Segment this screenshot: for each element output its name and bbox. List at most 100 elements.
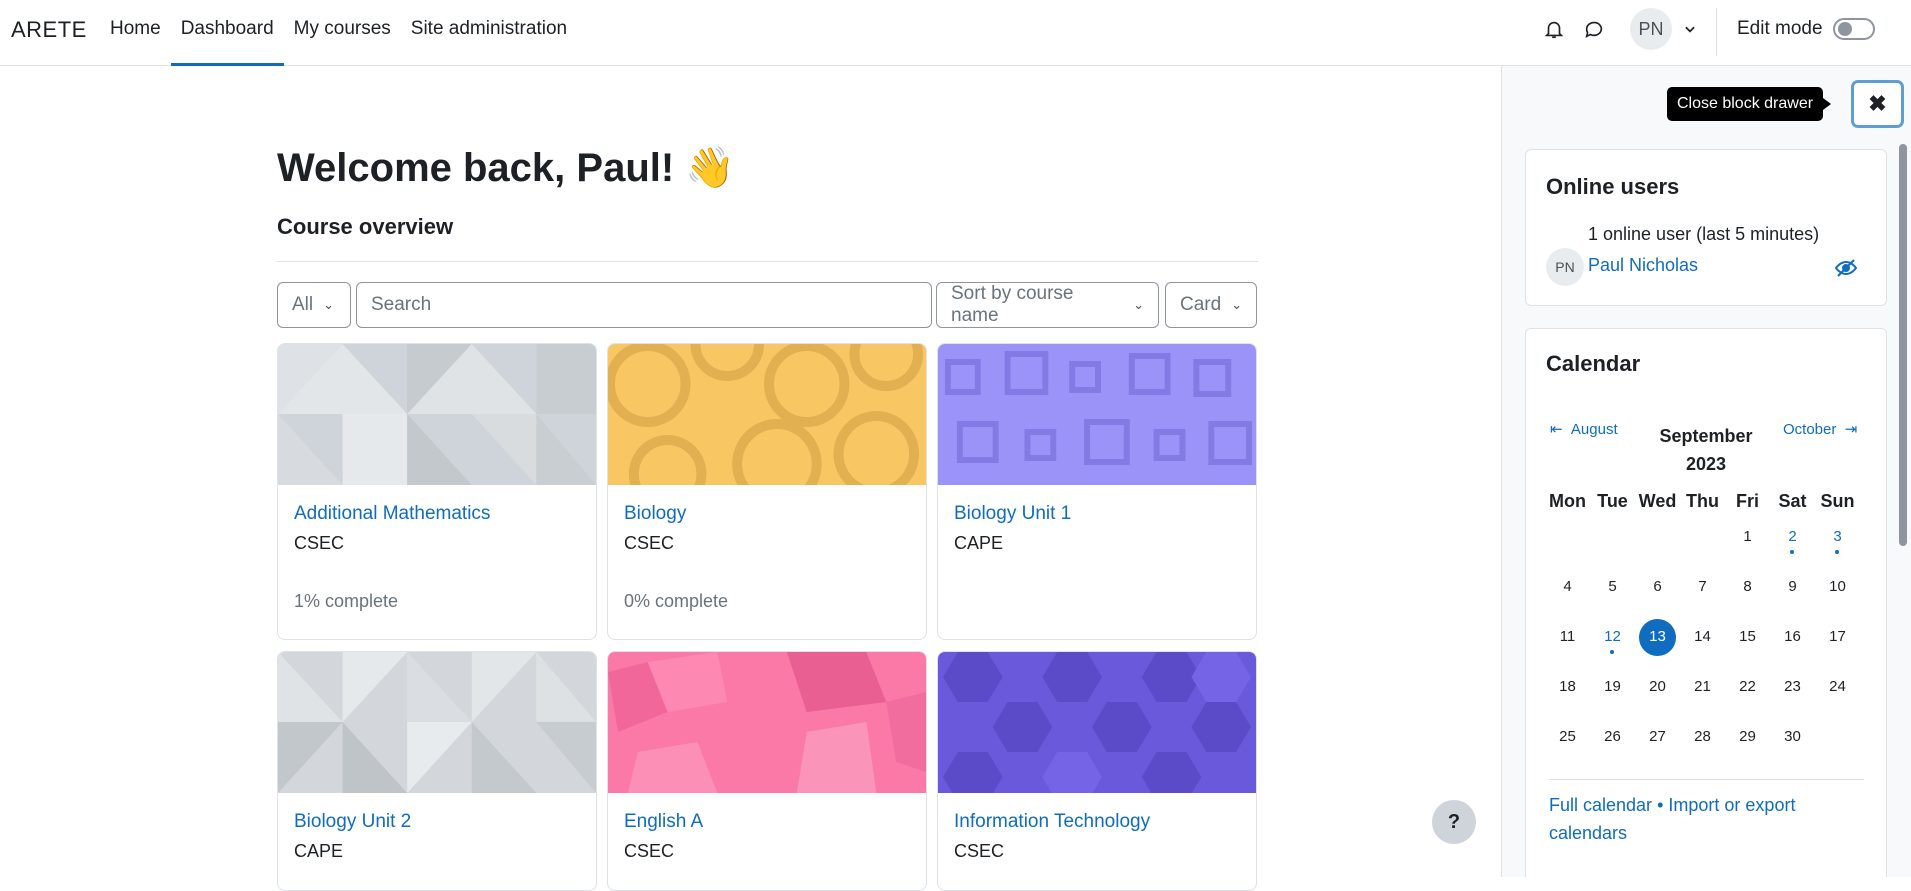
calendar-title: Calendar	[1546, 351, 1641, 376]
online-user-link[interactable]: Paul Nicholas	[1588, 255, 1698, 276]
course-progress: 0% complete	[624, 591, 729, 611]
edit-mode-toggle-knob	[1838, 22, 1852, 36]
calendar-block: Calendar ⇤ August September 2023 October…	[1525, 328, 1887, 877]
course-image-triangles[interactable]	[278, 344, 596, 485]
course-name-link[interactable]: Biology Unit 1	[954, 503, 1240, 525]
course-name-link[interactable]: Additional Mathematics	[294, 503, 580, 525]
calendar-day: 30	[1784, 728, 1801, 745]
section-divider	[277, 261, 1258, 262]
course-name-link[interactable]: English A	[624, 811, 910, 833]
next-month-label: October	[1783, 421, 1837, 438]
nav-site-administration[interactable]: Site administration	[401, 0, 577, 66]
course-category: CSEC	[954, 841, 1005, 861]
course-search-input[interactable]	[356, 282, 932, 328]
course-name-link[interactable]: Biology	[624, 503, 910, 525]
calendar-day: 14	[1694, 628, 1711, 645]
calendar-day: 20	[1649, 678, 1666, 695]
calendar-day: 1	[1743, 528, 1752, 545]
calendar-day-with-event[interactable]: 12	[1590, 628, 1635, 645]
course-card[interactable]: Biology CSEC 0% complete	[607, 343, 927, 640]
course-image-circles[interactable]	[608, 344, 926, 485]
arrow-right-icon: ⇥	[1844, 421, 1858, 438]
month-name: September	[1659, 426, 1753, 446]
calendar-day: 23	[1784, 678, 1801, 695]
calendar-day: 7	[1698, 578, 1707, 595]
calendar-weekday-header: Tue	[1597, 491, 1628, 511]
calendar-day: 11	[1559, 628, 1576, 645]
sort-dropdown[interactable]: Sort by course name ⌄	[936, 282, 1159, 328]
view-mode-dropdown[interactable]: Card ⌄	[1165, 282, 1257, 328]
calendar-day-with-event[interactable]: 3	[1815, 528, 1860, 545]
course-image-hexagons[interactable]	[938, 652, 1256, 793]
calendar-event-dot	[1835, 550, 1839, 554]
online-users-block: Online users 1 online user (last 5 minut…	[1525, 149, 1887, 306]
calendar-day: 6	[1653, 578, 1662, 595]
calendar-day: 21	[1694, 678, 1711, 695]
calendar-day: 8	[1743, 578, 1752, 595]
course-name-link[interactable]: Information Technology	[954, 811, 1240, 833]
calendar-next-month-link[interactable]: October ⇥	[1783, 420, 1857, 438]
course-progress: 1% complete	[294, 591, 399, 611]
course-category: CSEC	[624, 533, 675, 553]
calendar-footer-links: Full calendar • Import or export calenda…	[1549, 791, 1869, 847]
grouping-filter-dropdown[interactable]: All ⌄	[277, 282, 351, 328]
visibility-eye-slash-icon[interactable]	[1834, 256, 1858, 280]
nav-dashboard[interactable]: Dashboard	[170, 0, 284, 66]
chevron-down-icon: ⌄	[1133, 297, 1144, 312]
notifications-bell-icon[interactable]	[1539, 14, 1569, 44]
course-image-triangles[interactable]	[278, 652, 596, 793]
calendar-day: 18	[1559, 678, 1576, 695]
month-year: 2023	[1685, 454, 1727, 474]
calendar-weekday-header: Sat	[1778, 491, 1807, 511]
course-category: CAPE	[294, 841, 344, 861]
course-card[interactable]: Additional Mathematics CSEC 1% complete	[277, 343, 597, 640]
calendar-day: 29	[1739, 728, 1756, 745]
course-card[interactable]: Biology Unit 2 CAPE	[277, 651, 597, 891]
calendar-day: 4	[1563, 578, 1572, 595]
calendar-day: 26	[1604, 728, 1621, 745]
help-button[interactable]: ?	[1432, 800, 1476, 844]
course-card[interactable]: Biology Unit 1 CAPE	[937, 343, 1257, 640]
calendar-weekday-header: Wed	[1638, 491, 1677, 511]
course-image-squares[interactable]	[938, 344, 1256, 485]
top-navbar: ARETE Home Dashboard My courses Site adm…	[0, 0, 1911, 66]
calendar-day: 22	[1739, 678, 1756, 695]
primary-navigation: Home Dashboard My courses Site administr…	[100, 0, 577, 66]
calendar-day: 16	[1784, 628, 1801, 645]
course-category: CSEC	[624, 841, 675, 861]
arrow-left-icon: ⇤	[1550, 421, 1563, 438]
calendar-day: 10	[1829, 578, 1846, 595]
calendar-day: 5	[1608, 578, 1617, 595]
calendar-day-with-event[interactable]: 2	[1770, 528, 1815, 545]
calendar-day: 19	[1604, 678, 1621, 695]
user-menu-chevron-down-icon[interactable]	[1675, 14, 1705, 44]
prev-month-label: August	[1570, 421, 1618, 438]
course-image-polygons[interactable]	[608, 652, 926, 793]
messages-chat-icon[interactable]	[1579, 14, 1609, 44]
calendar-day: 9	[1788, 578, 1797, 595]
chevron-down-icon: ⌄	[323, 297, 335, 312]
calendar-day-today[interactable]: 13	[1635, 628, 1680, 645]
edit-mode-toggle[interactable]	[1833, 18, 1875, 40]
site-brand[interactable]: ARETE	[11, 17, 87, 43]
calendar-current-month: September 2023	[1631, 422, 1781, 478]
calendar-weekday-header: Fri	[1735, 491, 1759, 511]
navbar-divider	[1716, 8, 1717, 56]
close-drawer-button[interactable]: ✖	[1851, 80, 1904, 128]
course-category: CAPE	[954, 533, 1004, 553]
online-users-count: 1 online user (last 5 minutes)	[1588, 224, 1820, 244]
calendar-day: 25	[1559, 728, 1576, 745]
course-name-link[interactable]: Biology Unit 2	[294, 811, 580, 833]
drawer-scrollbar[interactable]	[1899, 144, 1907, 546]
nav-home[interactable]: Home	[100, 0, 171, 66]
full-calendar-link[interactable]: Full calendar	[1549, 795, 1652, 815]
course-card[interactable]: English A CSEC	[607, 651, 927, 891]
close-drawer-tooltip: Close block drawer	[1667, 87, 1832, 121]
user-avatar[interactable]: PN	[1630, 8, 1672, 50]
nav-my-courses[interactable]: My courses	[284, 0, 401, 66]
course-card[interactable]: Information Technology CSEC	[937, 651, 1257, 891]
edit-mode-label: Edit mode	[1737, 18, 1823, 39]
footer-separator: •	[1657, 795, 1664, 815]
calendar-prev-month-link[interactable]: ⇤ August	[1550, 420, 1618, 438]
grouping-filter-label: All	[292, 294, 314, 315]
